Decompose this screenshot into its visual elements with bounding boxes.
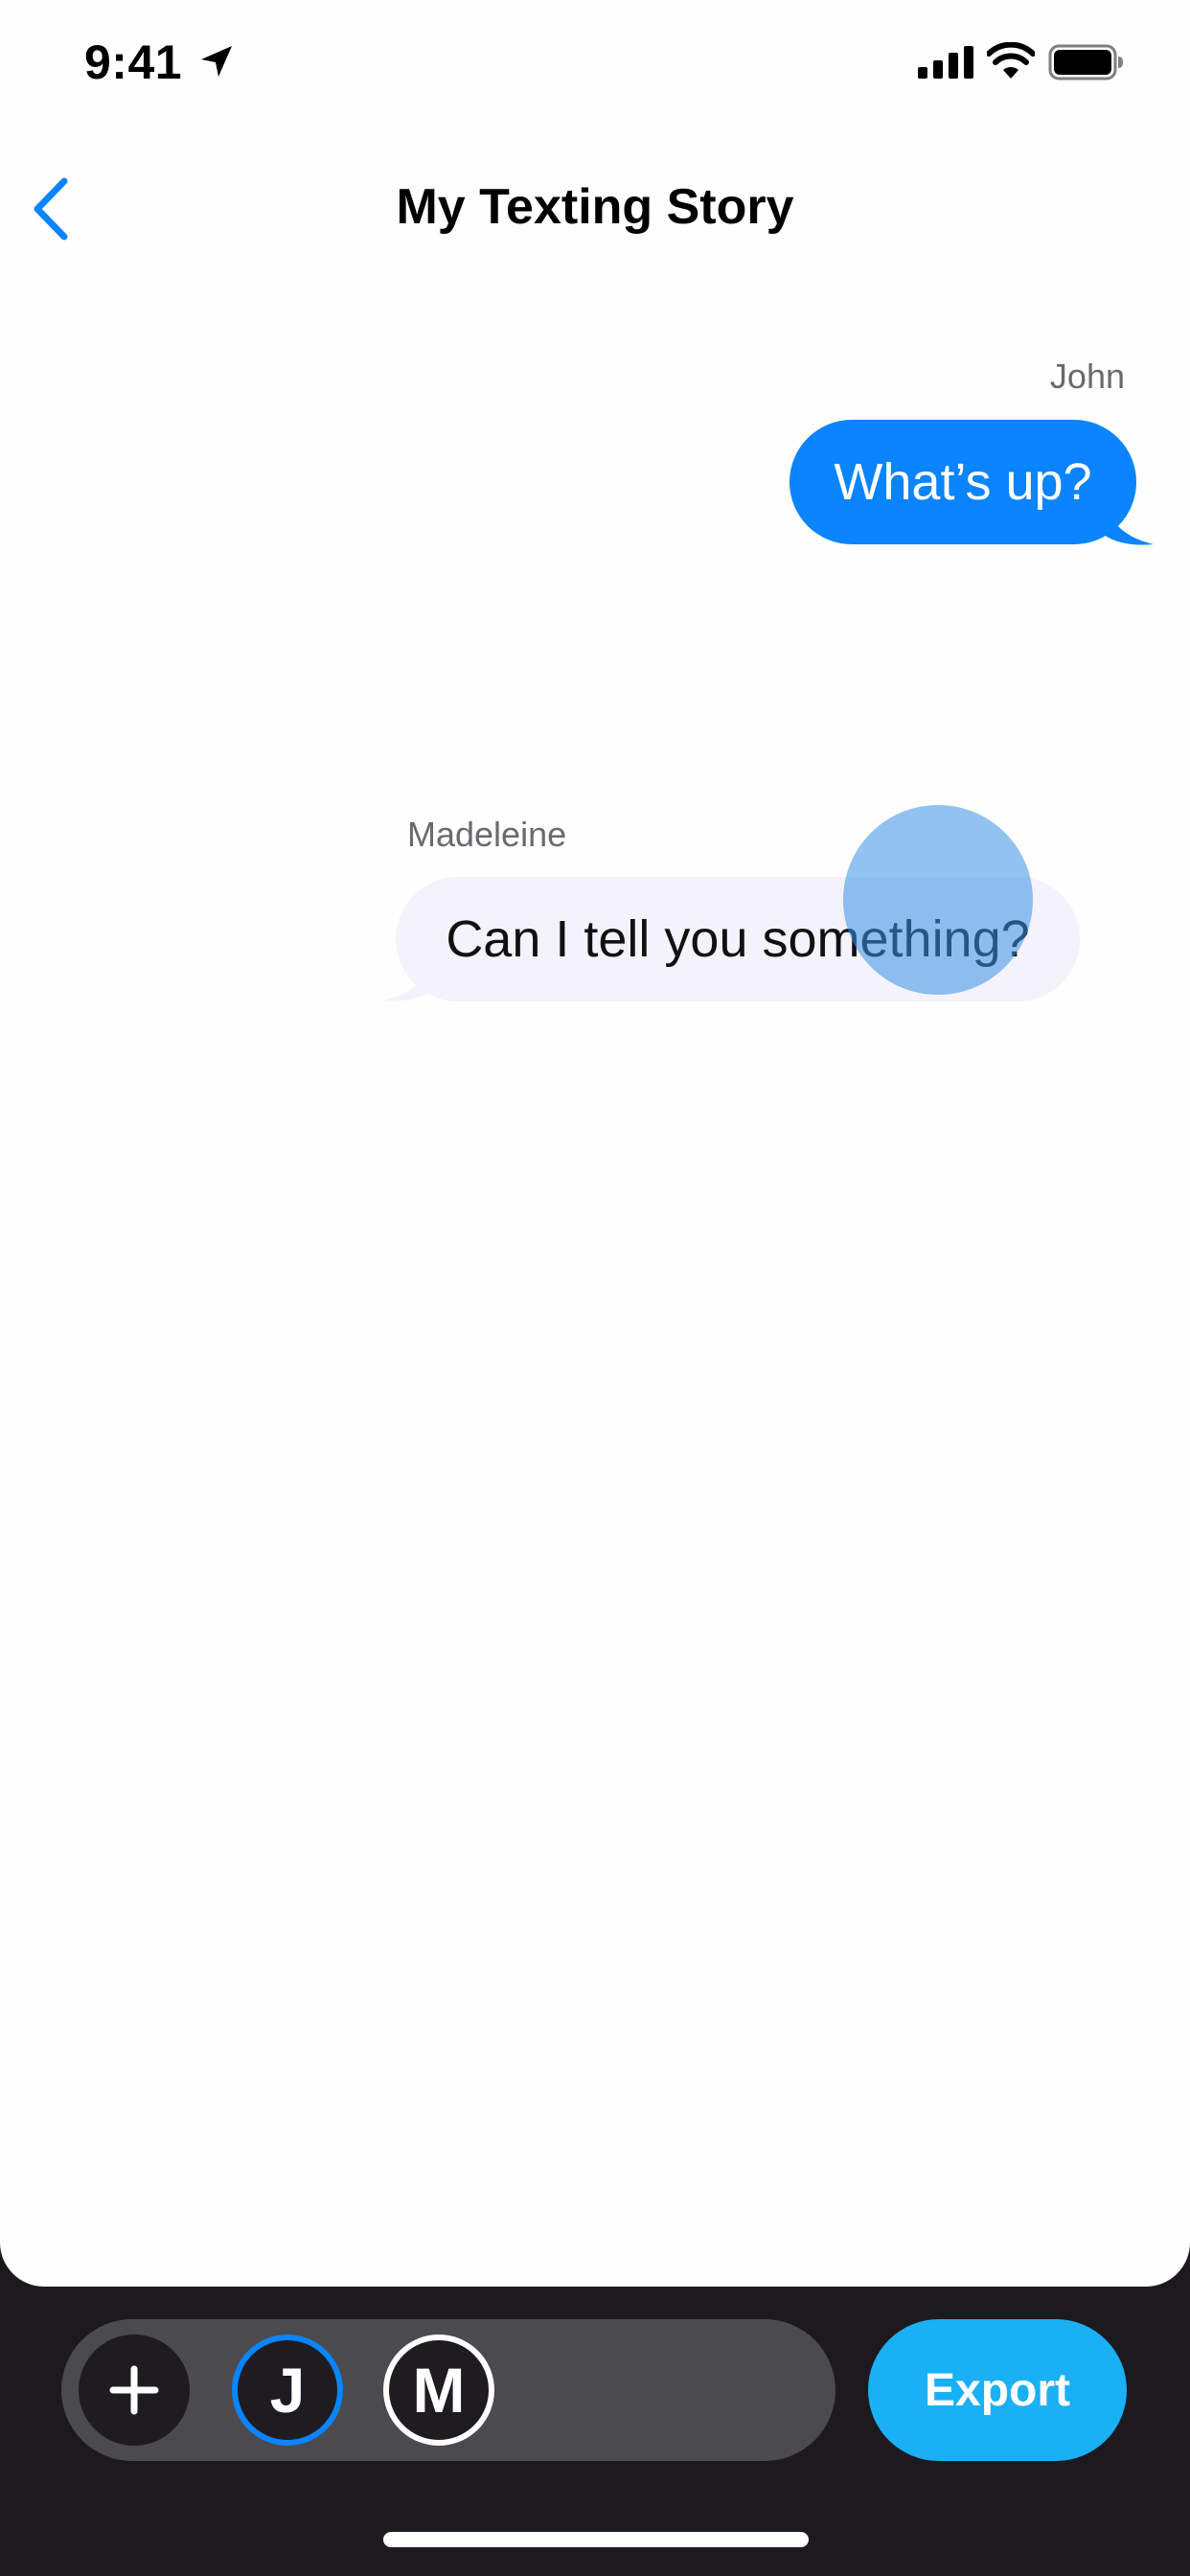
- location-arrow-icon: [201, 46, 232, 77]
- home-indicator: [383, 2532, 809, 2547]
- status-bar: 9:41: [0, 0, 1190, 125]
- character-avatar-m[interactable]: M: [383, 2334, 494, 2446]
- cellular-signal-icon: [918, 46, 973, 79]
- story-canvas: 9:41 My Texting Story John What’s up? Ma…: [0, 0, 1190, 2287]
- battery-icon: [1048, 44, 1123, 80]
- export-button[interactable]: Export: [868, 2319, 1127, 2461]
- page-title: My Texting Story: [396, 179, 794, 235]
- message-sender-name: Madeleine: [407, 815, 567, 854]
- plus-icon: [109, 2365, 159, 2415]
- status-time: 9:41: [84, 35, 183, 89]
- wifi-icon: [987, 42, 1035, 79]
- touch-indicator: [843, 805, 1033, 995]
- add-character-button[interactable]: [79, 2334, 190, 2446]
- message-bubble-outgoing[interactable]: What’s up?: [790, 420, 1136, 544]
- message-sender-name: John: [1049, 356, 1125, 396]
- app-screen: 9:41 My Texting Story John What’s up? Ma…: [0, 0, 1190, 2576]
- character-avatar-j[interactable]: J: [232, 2334, 343, 2446]
